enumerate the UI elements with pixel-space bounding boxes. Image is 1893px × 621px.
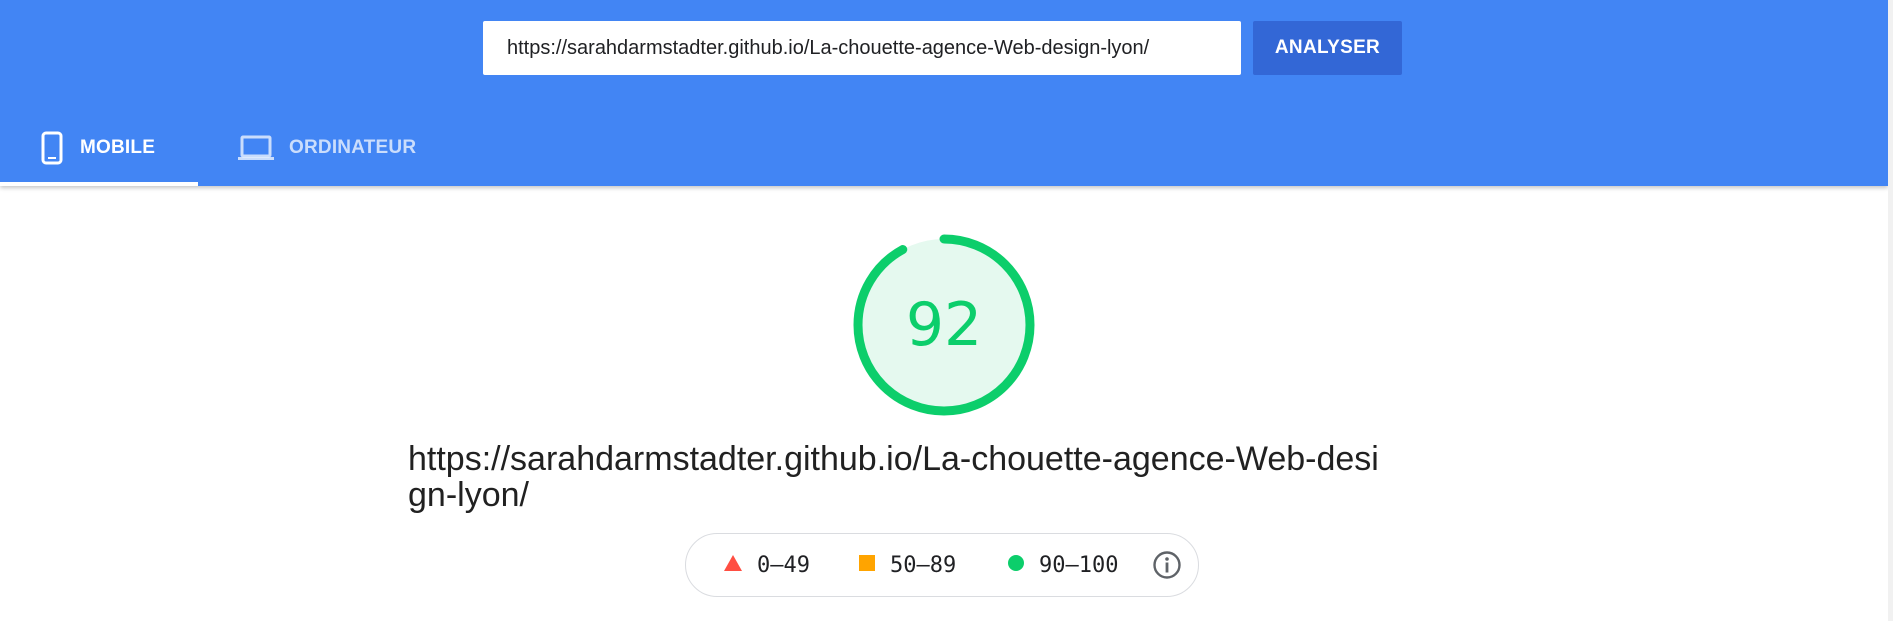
score-legend: 0–49 50–89 90–100: [685, 533, 1199, 597]
analyzed-url: https://sarahdarmstadter.github.io/La-ch…: [408, 440, 1379, 514]
legend-item-fail: 0–49: [723, 534, 810, 596]
green-circle-icon: [1007, 553, 1025, 578]
pagespeed-page: ANALYSER MOBILE ORDINATEUR: [0, 0, 1893, 621]
legend-range-average: 50–89: [890, 552, 957, 578]
legend-range-pass: 90–100: [1039, 552, 1119, 578]
info-icon[interactable]: [1152, 550, 1182, 580]
laptop-icon: [237, 133, 275, 163]
legend-range-fail: 0–49: [757, 552, 810, 578]
score-value: 92: [905, 290, 983, 360]
tab-desktop-label: ORDINATEUR: [289, 137, 417, 158]
tab-desktop[interactable]: ORDINATEUR: [234, 110, 434, 186]
scrollbar[interactable]: [1888, 0, 1893, 621]
analyze-button[interactable]: ANALYSER: [1253, 21, 1402, 75]
tab-mobile[interactable]: MOBILE: [0, 110, 198, 186]
legend-item-pass: 90–100: [1007, 534, 1118, 596]
orange-square-icon: [858, 553, 876, 578]
legend-item-average: 50–89: [858, 534, 956, 596]
performance-score-gauge: 92: [851, 232, 1037, 418]
smartphone-icon: [38, 131, 66, 165]
url-input[interactable]: [483, 21, 1241, 75]
header-bar: ANALYSER MOBILE ORDINATEUR: [0, 0, 1888, 186]
red-triangle-icon: [723, 553, 743, 578]
tab-mobile-label: MOBILE: [80, 137, 156, 158]
